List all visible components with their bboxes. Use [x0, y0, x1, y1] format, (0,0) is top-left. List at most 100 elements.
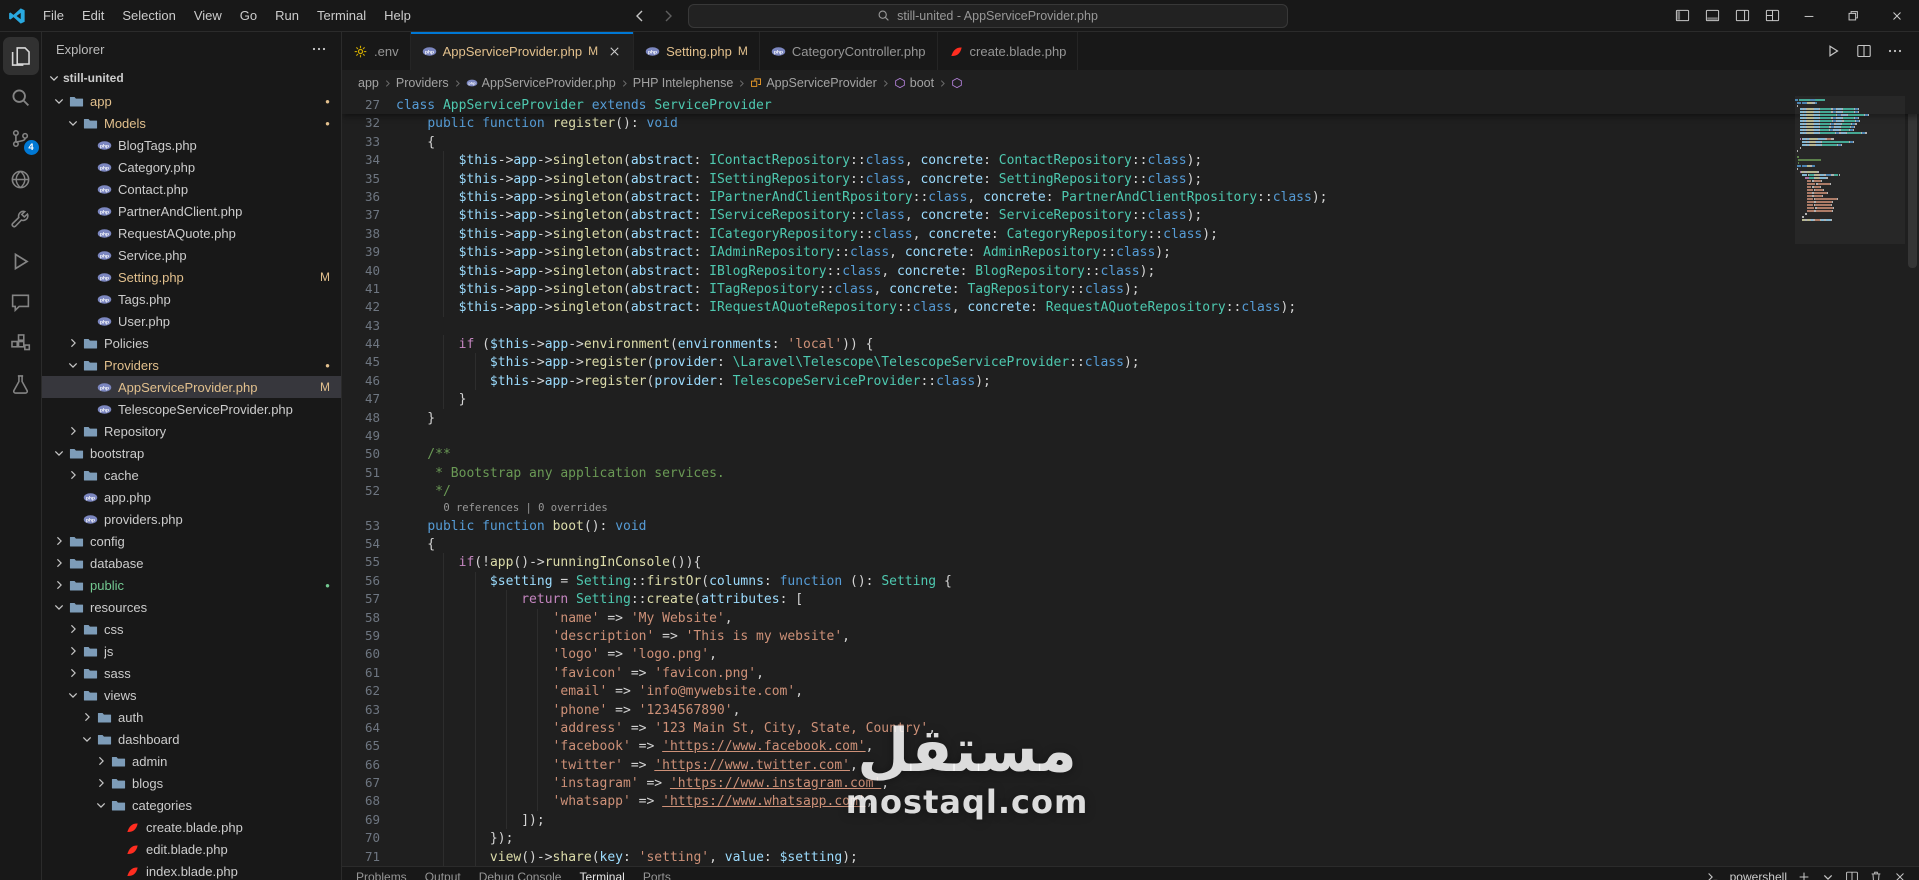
trash-icon[interactable] [1869, 870, 1883, 880]
close-icon[interactable] [1893, 870, 1907, 880]
tree-item-blogs[interactable]: blogs [42, 772, 341, 794]
code-line-36[interactable]: 36 $this->app->singleton(abstract: IPart… [342, 187, 1919, 207]
tree-item-User.php[interactable]: php User.php [42, 310, 341, 332]
forward-icon[interactable] [660, 8, 676, 24]
tree-item-AppServiceProvider.php[interactable]: php AppServiceProvider.php M [42, 376, 341, 398]
tree-item-app[interactable]: app ● [42, 90, 341, 112]
tree-item-categories[interactable]: categories [42, 794, 341, 816]
tree-item-public[interactable]: public ● [42, 574, 341, 596]
code-line-41[interactable]: 41 $this->app->singleton(abstract: ITagR… [342, 279, 1919, 299]
code-line-66[interactable]: 66 'twitter' => 'https://www.twitter.com… [342, 755, 1919, 775]
panel-tab-ports[interactable]: Ports [643, 870, 671, 880]
customize-layout-icon[interactable] [1757, 1, 1787, 31]
workspace-section-header[interactable]: still-united [42, 66, 341, 90]
code-line-40[interactable]: 40 $this->app->singleton(abstract: IBlog… [342, 261, 1919, 280]
code-line-32[interactable]: 32 public function register(): void [342, 114, 1919, 132]
more-actions-icon[interactable] [311, 41, 327, 57]
tab-AppServiceProvider.php[interactable]: php AppServiceProvider.php M [410, 32, 635, 70]
menu-terminal[interactable]: Terminal [308, 5, 375, 26]
tree-item-resources[interactable]: resources [42, 596, 341, 618]
activity-remote-explorer[interactable] [3, 160, 39, 198]
breadcrumb-item-PHP Intelephense[interactable]: PHP Intelephense [633, 76, 734, 90]
layout-panel-icon[interactable] [1697, 1, 1727, 31]
code-line-42[interactable]: 42 $this->app->singleton(abstract: IRequ… [342, 298, 1919, 317]
code-line-54[interactable]: 54 { [342, 535, 1919, 553]
menu-go[interactable]: Go [231, 5, 266, 26]
tab-create.blade.php[interactable]: create.blade.php [937, 32, 1079, 70]
code-line-48[interactable]: 48 } [342, 409, 1919, 427]
minimap[interactable] [1795, 96, 1905, 222]
tree-item-config[interactable]: config [42, 530, 341, 552]
layout-sidebar-icon[interactable] [1667, 1, 1697, 31]
code-line-70[interactable]: 70 }); [342, 829, 1919, 848]
activity-extensions[interactable] [3, 324, 39, 362]
tree-item-css[interactable]: css [42, 618, 341, 640]
code-line-47[interactable]: 47 } [342, 390, 1919, 409]
code-line-69[interactable]: 69 ]); [342, 810, 1919, 830]
back-icon[interactable] [632, 8, 648, 24]
tree-item-TelescopeServiceProvider.php[interactable]: php TelescopeServiceProvider.php [42, 398, 341, 420]
panel-tab-output[interactable]: Output [425, 870, 461, 880]
tree-item-admin[interactable]: admin [42, 750, 341, 772]
tree-item-Service.php[interactable]: php Service.php [42, 244, 341, 266]
code-line-43[interactable]: 43 [342, 317, 1919, 335]
tree-item-Policies[interactable]: Policies [42, 332, 341, 354]
scrollbar-thumb[interactable] [1908, 98, 1917, 268]
code-line-56[interactable]: 56 $setting = Setting::firstOr(columns: … [342, 571, 1919, 591]
code-line-55[interactable]: 55 if(!app()->runningInConsole()){ [342, 553, 1919, 572]
close-icon[interactable] [1875, 0, 1919, 32]
breadcrumb-item-AppServiceProvider[interactable]: AppServiceProvider [750, 76, 877, 90]
tree-item-index.blade.php[interactable]: index.blade.php [42, 860, 341, 880]
tree-item-Providers[interactable]: Providers ● [42, 354, 341, 376]
code-editor[interactable]: 27 class AppServiceProvider extends Servi… [342, 96, 1919, 866]
code-line-64[interactable]: 64 'address' => '123 Main St, City, Stat… [342, 718, 1919, 738]
menu-run[interactable]: Run [266, 5, 308, 26]
menu-view[interactable]: View [185, 5, 231, 26]
activity-source-control[interactable]: 4 [3, 119, 39, 157]
tree-item-views[interactable]: views [42, 684, 341, 706]
tree-item-create.blade.php[interactable]: create.blade.php [42, 816, 341, 838]
tab-.env[interactable]: .env [342, 32, 411, 70]
activity-testing[interactable] [3, 365, 39, 403]
tree-item-Setting.php[interactable]: php Setting.php M [42, 266, 341, 288]
tree-item-sass[interactable]: sass [42, 662, 341, 684]
command-center[interactable]: still-united - AppServiceProvider.php [687, 3, 1288, 28]
code-line-65[interactable]: 65 'facebook' => 'https://www.facebook.c… [342, 737, 1919, 756]
code-line-52[interactable]: 52 */ [342, 482, 1919, 500]
code-line-63[interactable]: 63 'phone' => '1234567890', [342, 700, 1919, 719]
tree-item-Models[interactable]: Models ● [42, 112, 341, 134]
layout-secondary-sidebar-icon[interactable] [1727, 1, 1757, 31]
tree-item-Contact.php[interactable]: php Contact.php [42, 178, 341, 200]
menu-help[interactable]: Help [375, 5, 420, 26]
tree-item-RequestAQuote.php[interactable]: php RequestAQuote.php [42, 222, 341, 244]
tree-item-js[interactable]: js [42, 640, 341, 662]
maximize-icon[interactable] [1831, 0, 1875, 32]
breadcrumb-item-Providers[interactable]: Providers [396, 76, 449, 90]
chevron-down-icon[interactable] [1821, 870, 1835, 880]
activity-explorer[interactable] [2, 37, 39, 75]
code-line-50[interactable]: 50 /** [342, 445, 1919, 463]
tree-item-Tags.php[interactable]: php Tags.php [42, 288, 341, 310]
code-line-34[interactable]: 34 $this->app->singleton(abstract: ICont… [342, 151, 1919, 170]
close-icon[interactable] [607, 44, 622, 59]
tree-item-cache[interactable]: cache [42, 464, 341, 486]
tree-item-Category.php[interactable]: php Category.php [42, 156, 341, 178]
panel-tab-terminal[interactable]: Terminal [579, 870, 624, 880]
code-line-37[interactable]: 37 $this->app->singleton(abstract: IServ… [342, 206, 1919, 225]
tab-Setting.php[interactable]: php Setting.php M [634, 32, 760, 70]
code-line-59[interactable]: 59 'description' => 'This is my website'… [342, 626, 1919, 646]
tab-CategoryController.php[interactable]: php CategoryController.php [759, 32, 938, 70]
code-line-49[interactable]: 49 [342, 427, 1919, 445]
codelens[interactable]: 0 references | 0 overrides [342, 501, 1919, 517]
code-line-57[interactable]: 57 return Setting::create(attributes: [ [342, 590, 1919, 609]
menu-file[interactable]: File [34, 5, 73, 26]
tree-item-database[interactable]: database [42, 552, 341, 574]
breadcrumb-item-symbol[interactable] [951, 77, 963, 89]
run-icon[interactable] [1825, 43, 1841, 59]
split-editor-icon[interactable] [1845, 870, 1859, 880]
breadcrumb-item-AppServiceProvider.php[interactable]: php AppServiceProvider.php [466, 76, 616, 90]
tree-item-PartnerAndClient.php[interactable]: php PartnerAndClient.php [42, 200, 341, 222]
code-line-51[interactable]: 51 * Bootstrap any application services. [342, 464, 1919, 482]
activity-chat[interactable] [3, 283, 39, 321]
vertical-scrollbar[interactable] [1906, 96, 1919, 866]
